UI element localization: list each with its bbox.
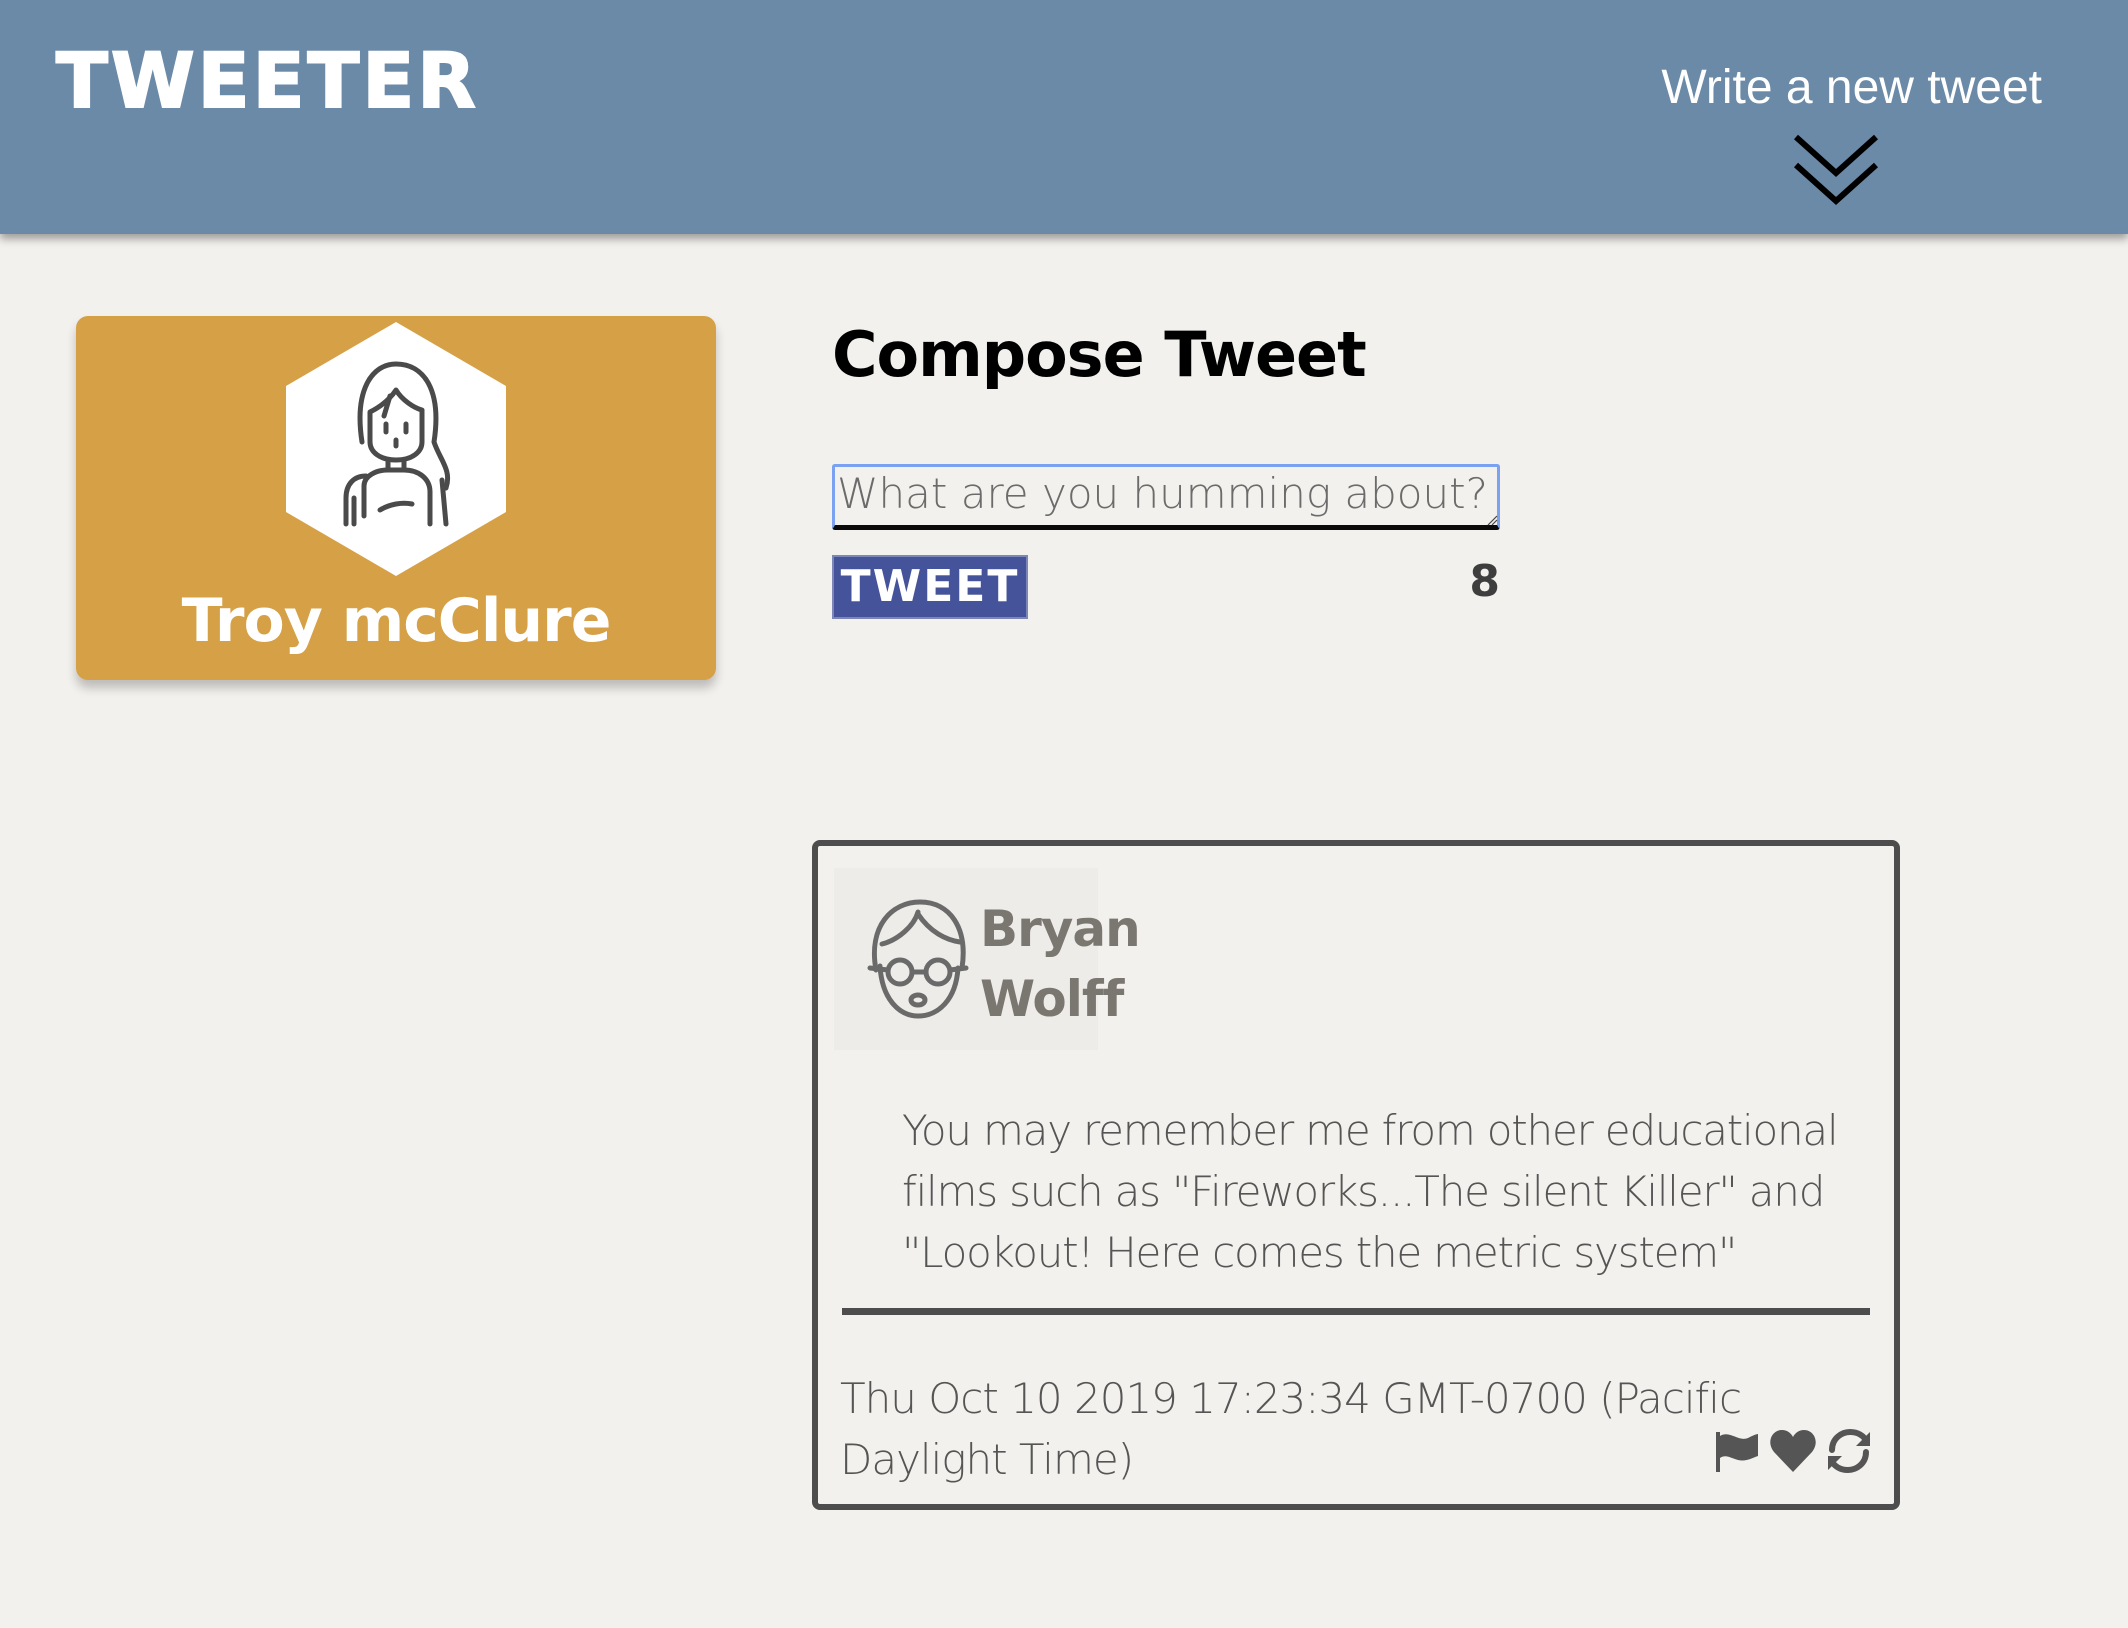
tweet-card: Bryan Wolff You may remember me from oth… — [812, 840, 1900, 1510]
resize-grip-icon[interactable] — [1486, 514, 1498, 526]
write-new-tweet-label[interactable]: Write a new tweet — [1622, 60, 2042, 115]
compose-title: Compose Tweet — [832, 318, 1367, 391]
tweet-submit-button[interactable]: TWEET — [832, 555, 1028, 619]
tweet-author-first: Bryan — [980, 900, 1141, 958]
woman-avatar-icon — [286, 322, 506, 576]
man-with-glasses-avatar-icon — [867, 899, 969, 1019]
tweet-body: You may remember me from other education… — [902, 1106, 1839, 1277]
heart-icon[interactable] — [1768, 1428, 1818, 1474]
profile-name: Troy mcClure — [181, 586, 612, 656]
tweet-divider — [842, 1308, 1870, 1315]
tweet-author-name[interactable]: Bryan Wolff — [980, 894, 1141, 1034]
double-chevron-down-icon[interactable] — [1788, 131, 1884, 211]
tweet-actions — [1712, 1428, 1874, 1474]
flag-icon[interactable] — [1712, 1428, 1762, 1474]
tweet-timestamp: Thu Oct 10 2019 17:23:34 GMT-0700 (Pacif… — [840, 1374, 1742, 1484]
write-new-tweet-toggle[interactable]: Write a new tweet — [1622, 60, 2042, 211]
profile-card: Troy mcClure — [76, 316, 716, 680]
retweet-icon[interactable] — [1824, 1428, 1874, 1474]
top-nav: TWEETER Write a new tweet — [0, 0, 2128, 234]
char-counter: 8 — [1469, 556, 1500, 607]
tweet-header: Bryan Wolff — [834, 868, 1141, 1050]
compose-section: Compose Tweet TWEET 8 — [832, 318, 1502, 619]
tweet-input[interactable] — [832, 464, 1500, 530]
tweet-author-last: Wolff — [980, 970, 1124, 1028]
brand-logo[interactable]: TWEETER — [55, 35, 479, 126]
